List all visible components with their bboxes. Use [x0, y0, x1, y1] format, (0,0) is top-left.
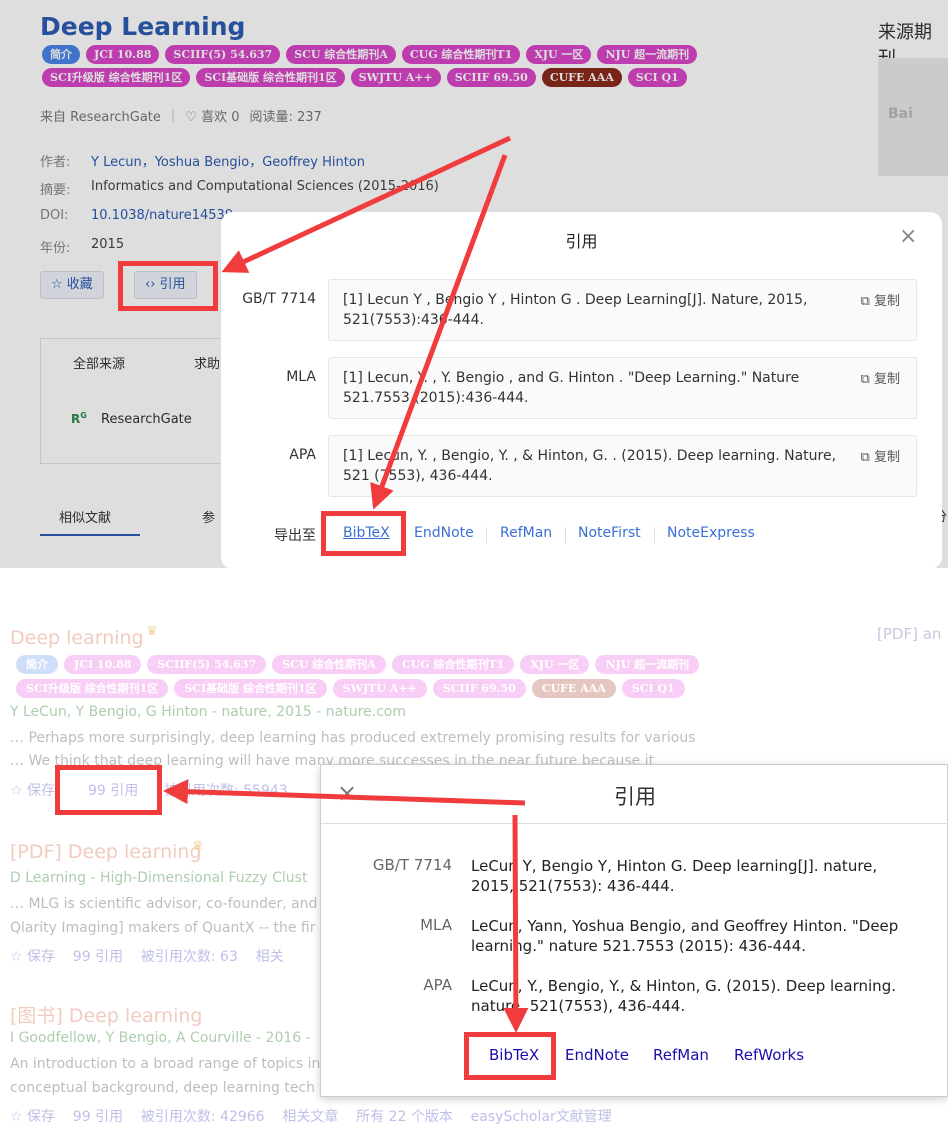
citation-label-gbt: GB/T 7714 — [242, 291, 316, 307]
copy-label: 复制 — [873, 294, 900, 309]
google-scholar-screenshot: Deep learning ♛ [PDF] an 简介 JCI 10.88 SCII… — [0, 568, 948, 1146]
copy-icon: ⧉ — [860, 294, 870, 309]
copy-button[interactable]: ⧉ 复制 — [861, 448, 900, 468]
citation-label-mla: MLA — [420, 916, 452, 934]
citation-text: [1] Lecun Y , Bengio Y , Hinton G . Deep… — [343, 292, 808, 328]
export-endnote-link[interactable]: EndNote — [414, 525, 474, 541]
export-refman-link[interactable]: RefMan — [653, 1046, 709, 1064]
export-label: 导出至 — [274, 528, 316, 544]
export-refworks-link[interactable]: RefWorks — [734, 1046, 804, 1064]
dialog-title: 引用 — [565, 232, 598, 251]
copy-label: 复制 — [873, 450, 900, 465]
citation-text-apa[interactable]: LeCun, Y., Bengio, Y., & Hinton, G. (201… — [471, 976, 921, 1016]
citation-box-gbt: [1] Lecun Y , Bengio Y , Hinton G . Deep… — [328, 279, 917, 341]
copy-label: 复制 — [873, 372, 900, 387]
copy-icon: ⧉ — [860, 450, 870, 465]
highlight-cite-link — [55, 765, 162, 815]
highlight-cite-button — [118, 261, 218, 311]
citation-text-mla[interactable]: LeCun, Yann, Yoshua Bengio, and Geoffrey… — [471, 916, 921, 956]
citation-label-mla: MLA — [286, 369, 316, 385]
separator — [565, 527, 566, 543]
highlight-bibtex-bottom — [464, 1032, 556, 1080]
baidu-scholar-screenshot: Deep Learning 简介 JCI 10.88 SCIIF(5) 54.637… — [0, 0, 948, 568]
separator — [654, 527, 655, 543]
citation-text-gbt[interactable]: LeCun Y, Bengio Y, Hinton G. Deep learni… — [471, 856, 921, 896]
citation-label-gbt: GB/T 7714 — [372, 856, 452, 874]
export-refman-link[interactable]: RefMan — [500, 525, 552, 541]
highlight-bibtex-top — [321, 511, 406, 556]
citation-box-apa: [1] Lecun, Y. , Bengio, Y. , & Hinton, G… — [328, 435, 917, 497]
dialog-title: 引用 — [614, 785, 656, 809]
citation-text: [1] Lecun, Y. , Y. Bengio , and G. Hinto… — [343, 370, 800, 406]
close-icon[interactable]: × — [899, 224, 917, 249]
cite-dialog: × 引用 GB/T 7714 LeCun Y, Bengio Y, Hinton… — [320, 764, 948, 1097]
divider — [321, 823, 948, 824]
citation-box-mla: [1] Lecun, Y. , Y. Bengio , and G. Hinto… — [328, 357, 917, 419]
export-noteexpress-link[interactable]: NoteExpress — [667, 525, 755, 541]
export-endnote-link[interactable]: EndNote — [565, 1046, 629, 1064]
copy-button[interactable]: ⧉ 复制 — [861, 292, 900, 312]
citation-label-apa: APA — [289, 447, 316, 463]
citation-text: [1] Lecun, Y. , Bengio, Y. , & Hinton, G… — [343, 448, 837, 484]
copy-icon: ⧉ — [860, 372, 870, 387]
copy-button[interactable]: ⧉ 复制 — [861, 370, 900, 390]
separator — [486, 527, 487, 543]
export-notefirst-link[interactable]: NoteFirst — [578, 525, 641, 541]
citation-label-apa: APA — [423, 976, 452, 994]
